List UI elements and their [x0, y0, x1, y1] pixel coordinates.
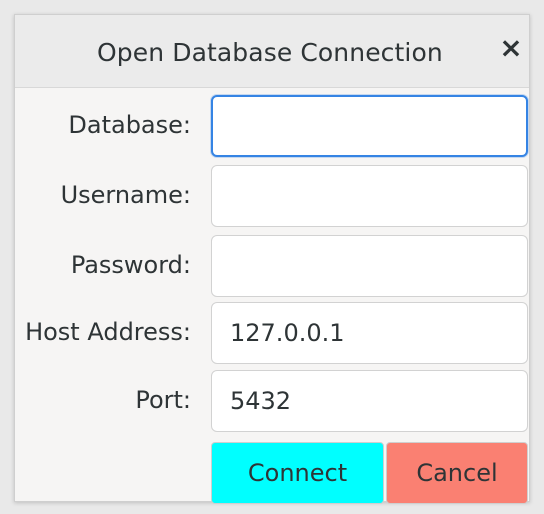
dialog-title: Open Database Connection — [97, 38, 443, 67]
close-icon[interactable]: × — [497, 31, 525, 64]
username-row: Username: — [15, 165, 531, 227]
host-address-input[interactable] — [211, 302, 528, 364]
cancel-button[interactable]: Cancel — [386, 442, 528, 504]
password-row: Password: — [15, 235, 531, 297]
database-row: Database: — [15, 95, 531, 157]
username-input[interactable] — [211, 165, 528, 227]
password-input[interactable] — [211, 235, 528, 297]
host-address-label: Host Address: — [25, 318, 191, 346]
open-database-connection-dialog: Open Database Connection × Database: Use… — [14, 14, 531, 504]
password-label: Password: — [70, 251, 191, 279]
port-input[interactable] — [211, 370, 528, 432]
port-row: Port: — [15, 370, 531, 432]
button-row: Connect Cancel — [211, 442, 528, 504]
host-address-row: Host Address: — [15, 302, 531, 364]
database-input[interactable] — [211, 95, 528, 157]
dialog-titlebar: Open Database Connection × — [15, 15, 529, 88]
connect-button[interactable]: Connect — [211, 442, 384, 504]
database-label: Database: — [68, 111, 191, 139]
port-label: Port: — [135, 386, 191, 414]
username-label: Username: — [60, 181, 191, 209]
